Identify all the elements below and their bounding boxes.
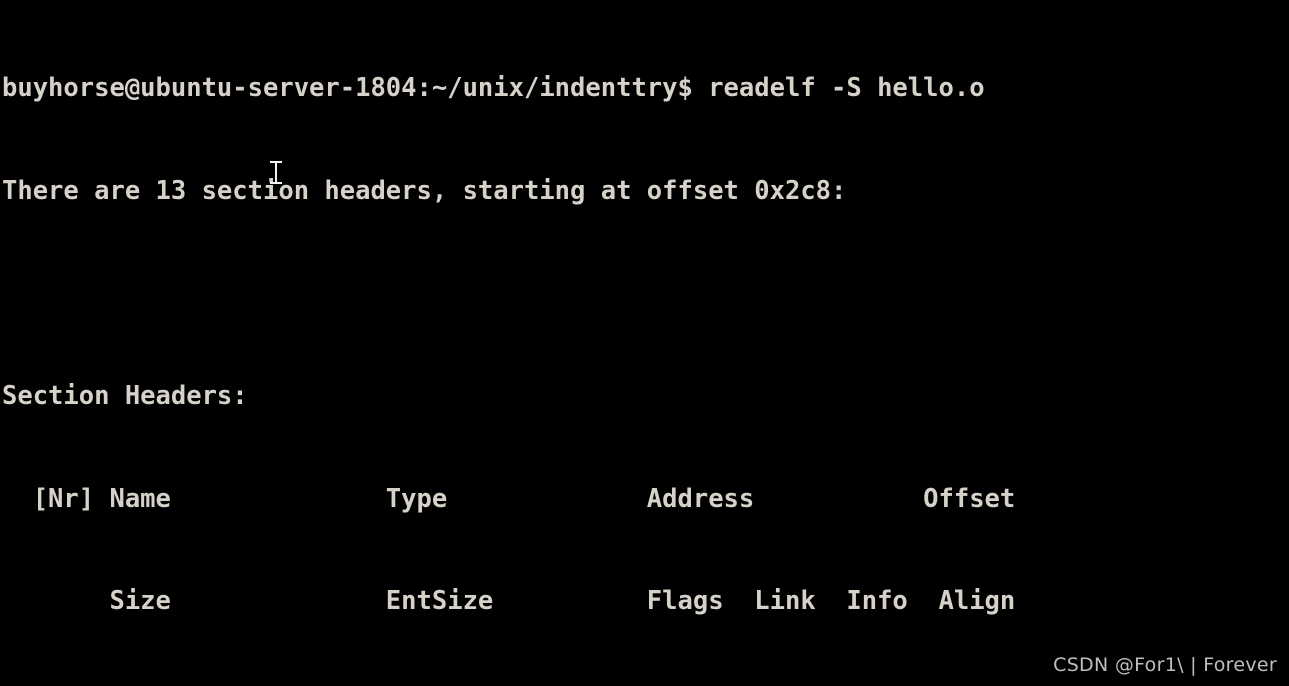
- terminal-window[interactable]: buyhorse@ubuntu-server-1804:~/unix/inden…: [0, 0, 1289, 686]
- summary-line: There are 13 section headers, starting a…: [2, 176, 847, 206]
- section-headers-title: Section Headers:: [2, 381, 248, 412]
- blank-line-1: [2, 277, 1046, 311]
- csdn-watermark: CSDN @For1\ | Forever: [1053, 653, 1277, 676]
- prompt-line: buyhorse@ubuntu-server-1804:~/unix/inden…: [2, 73, 985, 104]
- column-header-row-1: [Nr] Name Type Address Offset: [2, 483, 1016, 514]
- column-header-row-2: Size EntSize Flags Link Info Align: [2, 586, 1016, 617]
- terminal-output: buyhorse@ubuntu-server-1804:~/unix/inden…: [2, 3, 1046, 686]
